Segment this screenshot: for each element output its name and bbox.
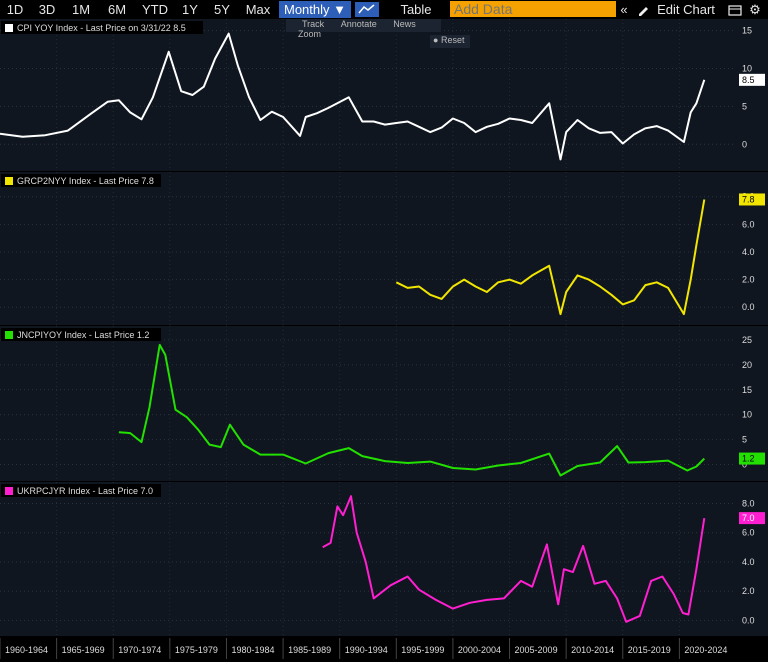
y-tick-label: 15 — [742, 26, 752, 36]
table-button[interactable]: Table — [388, 1, 444, 18]
panel-background — [0, 482, 768, 636]
track-tool[interactable]: Track — [302, 19, 324, 29]
x-tick-label: 2010-2014 — [571, 645, 614, 655]
period-1m-button[interactable]: 1M — [66, 1, 96, 18]
legend-label: GRCP2NYY Index - Last Price 7.8 — [17, 176, 154, 186]
legend-jncpiyoy: JNCPIYOY Index - Last Price 1.2 — [1, 328, 161, 341]
legend-label: UKRPCJYR Index - Last Price 7.0 — [17, 486, 153, 496]
y-tick-label: 0.0 — [742, 302, 755, 312]
legend-grcp2nyy: GRCP2NYY Index - Last Price 7.8 — [1, 174, 161, 187]
y-tick-label: 6.0 — [742, 219, 755, 229]
x-tick-label: 1970-1974 — [118, 645, 161, 655]
news-tool[interactable]: News — [393, 19, 416, 29]
last-value-label: 8.5 — [742, 75, 755, 85]
legend-ukrpcjyr: UKRPCJYR Index - Last Price 7.0 — [1, 484, 161, 497]
panel-ukrpcjyr: 8.0 6.0 4.0 2.0 0.0 UKRPCJYR Index - Last Pri… — [0, 482, 768, 636]
y-tick-label: 10 — [742, 63, 752, 73]
panel-background — [0, 19, 768, 171]
x-tick-label: 2020-2024 — [684, 645, 727, 655]
last-value-label: 7.0 — [742, 513, 755, 523]
chart-area: 15 10 5 0 CPI YOY Index - Last Price on 3/31… — [0, 19, 768, 662]
legend-swatch — [5, 177, 13, 185]
period-6m-button[interactable]: 6M — [100, 1, 134, 18]
x-tick-label: 1985-1989 — [288, 645, 331, 655]
x-tick-label: 2005-2009 — [515, 645, 558, 655]
y-tick-label: 20 — [742, 360, 752, 370]
period-3d-button[interactable]: 3D — [32, 1, 62, 18]
zoom-tool[interactable]: Zoom — [298, 29, 321, 39]
x-tick-label: 1995-1999 — [401, 645, 444, 655]
x-tick-label: 2000-2004 — [458, 645, 501, 655]
period-1d-button[interactable]: 1D — [2, 1, 28, 18]
x-tick-label: 1990-1994 — [345, 645, 388, 655]
legend-swatch — [5, 24, 13, 32]
last-value-label: 7.8 — [742, 194, 755, 204]
period-1y-button[interactable]: 1Y — [176, 1, 204, 18]
last-value-label: 1.2 — [742, 454, 755, 464]
panel-background — [0, 172, 768, 325]
frequency-dropdown[interactable]: Monthly ▼ — [279, 1, 351, 18]
period-ytd-button[interactable]: YTD — [138, 1, 172, 18]
y-tick-label: 0.0 — [742, 615, 755, 625]
add-data-input[interactable] — [450, 1, 616, 17]
legend-label: CPI YOY Index - Last Price on 3/31/22 8.… — [17, 23, 186, 33]
x-tick-label: 1980-1984 — [231, 645, 274, 655]
reset-button[interactable]: ● Reset — [430, 35, 470, 48]
panel-background — [0, 326, 768, 481]
y-tick-label: 2.0 — [742, 586, 755, 596]
legend-cpi: CPI YOY Index - Last Price on 3/31/22 8.… — [1, 21, 203, 34]
chart-type-icon[interactable] — [354, 1, 380, 18]
panel-cpi: 15 10 5 0 CPI YOY Index - Last Price on 3/31… — [0, 19, 768, 171]
legend-swatch — [5, 487, 13, 495]
y-tick-label: 6.0 — [742, 528, 755, 538]
x-tick-label: 1965-1969 — [62, 645, 105, 655]
y-tick-label: 0 — [742, 139, 747, 149]
y-tick-label: 5 — [742, 435, 747, 445]
edit-icon[interactable] — [634, 1, 652, 18]
gear-icon[interactable]: ⚙ — [746, 1, 764, 18]
edit-chart-button[interactable]: Edit Chart — [654, 1, 718, 18]
x-tick-label: 2015-2019 — [628, 645, 671, 655]
y-tick-label: 4.0 — [742, 557, 755, 567]
panel-jncpiyoy: 2520151050JNCPIYOY Index - Last Price 1.… — [0, 326, 768, 481]
y-tick-label: 10 — [742, 410, 752, 420]
panel-grcp2nyy: 8.06.04.02.00.0GRCP2NYY Index - Last Pri… — [0, 172, 768, 325]
tools-bar: Track Annotate News Zoom — [286, 19, 441, 39]
period-max-button[interactable]: Max — [241, 1, 275, 18]
settings-icon[interactable] — [726, 1, 744, 18]
period-5y-button[interactable]: 5Y — [208, 1, 236, 18]
annotate-tool[interactable]: Annotate — [341, 19, 377, 29]
toolbar: 1D3D1M6MYTD1Y5Y Max Monthly ▼ Table « Edi… — [0, 0, 768, 19]
collapse-icon[interactable]: « — [614, 1, 634, 18]
y-tick-label: 4.0 — [742, 247, 755, 257]
y-tick-label: 5 — [742, 101, 747, 111]
y-tick-label: 8.0 — [742, 499, 755, 509]
x-tick-label: 1960-1964 — [5, 645, 48, 655]
legend-label: JNCPIYOY Index - Last Price 1.2 — [17, 330, 149, 340]
x-tick-label: 1975-1979 — [175, 645, 218, 655]
y-tick-label: 15 — [742, 385, 752, 395]
y-tick-label: 25 — [742, 335, 752, 345]
legend-swatch — [5, 331, 13, 339]
y-tick-label: 2.0 — [742, 275, 755, 285]
